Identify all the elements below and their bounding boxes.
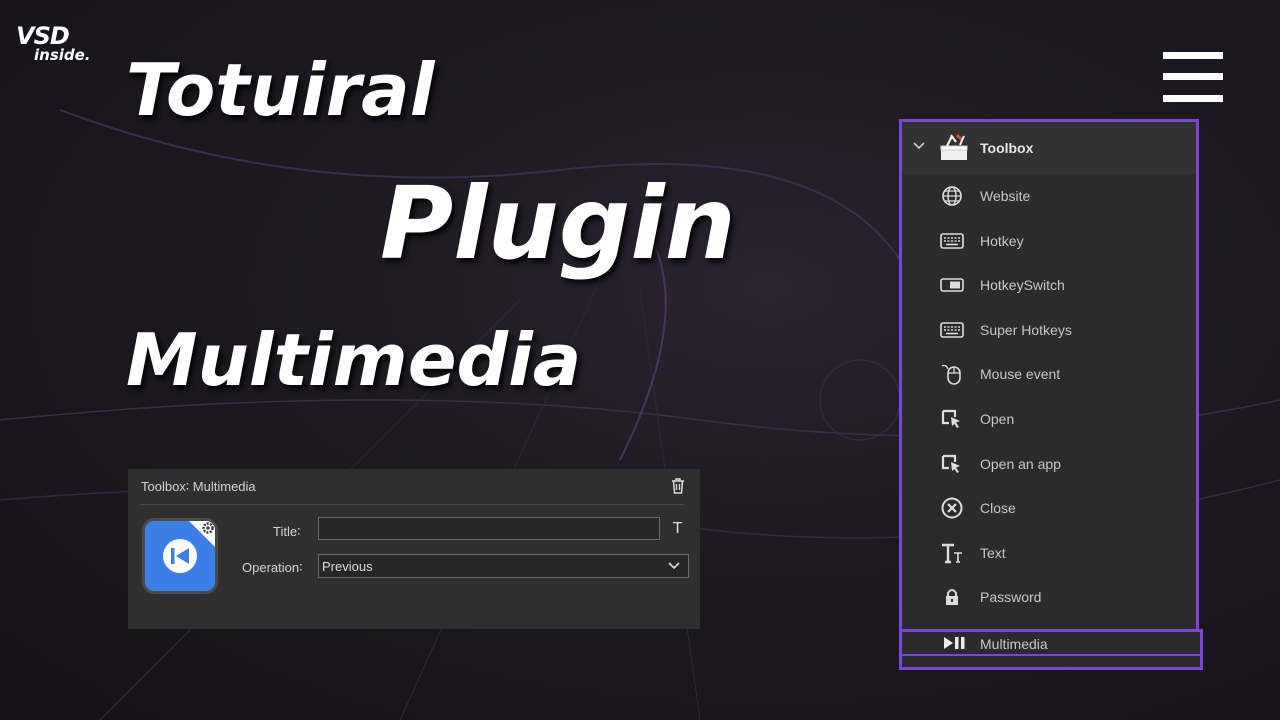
chevron-down-icon[interactable] [912, 139, 926, 153]
toolbox-icon [940, 133, 968, 160]
toolbox-header[interactable]: Toolbox [902, 122, 1196, 174]
toolbox-item-close[interactable]: Close [902, 486, 1196, 530]
open-cursor-icon [941, 454, 960, 473]
keyboard-icon [940, 232, 964, 249]
lock-icon [946, 589, 958, 606]
toolbox-item-hotkey[interactable]: Hotkey [902, 219, 1196, 263]
text-icon [942, 543, 962, 563]
toolbox-item-text[interactable]: Text [902, 531, 1196, 575]
open-cursor-icon [941, 409, 960, 428]
gear-icon[interactable] [187, 519, 217, 549]
headline-tutorial: Totuiral [126, 48, 435, 132]
dialog-title: Toolbox∶ Multimedia [141, 479, 256, 494]
toolbox-item-label: Password [980, 589, 1042, 606]
text-format-button[interactable]: T [673, 519, 687, 537]
mouse-icon [941, 365, 961, 386]
toolbox-item-hotkeyswitch[interactable]: HotkeySwitch [902, 263, 1196, 307]
toolbox-item-open[interactable]: Open [902, 397, 1196, 441]
logo-sub: inside. [34, 46, 91, 64]
headline-multimedia: Multimedia [126, 318, 582, 402]
multimedia-app-icon[interactable] [142, 518, 218, 594]
chevron-down-icon [668, 562, 680, 570]
toolbox-item-label: Multimedia [980, 636, 1048, 652]
toolbox-item-password[interactable]: Password [902, 575, 1196, 619]
toolbox-item-label: Text [980, 544, 1006, 561]
toolbox-item-label: Website [980, 188, 1031, 204]
operation-select[interactable]: Previous [318, 554, 689, 578]
toolbox-item-label: Open [980, 411, 1015, 427]
toolbox-item-multimedia[interactable]: Multimedia [899, 629, 1203, 657]
toolbox-item-label: Super Hotkeys [980, 321, 1072, 338]
multimedia-settings-dialog: Toolbox∶ Multimedia Title∶ T Operation∶ … [128, 469, 700, 629]
toolbox-item-mouse-event[interactable]: Mouse event [902, 352, 1196, 396]
toolbox-item-website[interactable]: Website [902, 174, 1196, 218]
operation-label: Operation∶ [242, 560, 303, 575]
toolbox-item-label: HotkeySwitch [980, 277, 1065, 294]
toolbox-item-label: Open an app [980, 455, 1061, 472]
toolbox-item-label: Mouse event [980, 366, 1061, 383]
headline-plugin: Plugin [380, 165, 736, 282]
title-label: Title∶ [273, 524, 301, 539]
globe-icon [942, 186, 962, 206]
divider [140, 504, 684, 505]
play-pause-icon [944, 637, 965, 649]
vsd-logo: VSD inside. [14, 22, 114, 68]
toolbox-item-label: Close [980, 500, 1016, 517]
keyboard-icon [940, 321, 964, 338]
operation-value: Previous [322, 559, 373, 574]
toggle-switch-icon [940, 278, 964, 292]
close-circle-icon [941, 497, 963, 519]
toolbox-item-label: Hotkey [980, 232, 1024, 249]
menu-icon[interactable] [1163, 52, 1223, 102]
toolbox-item-super-hotkeys[interactable]: Super Hotkeys [902, 308, 1196, 352]
title-input[interactable] [318, 517, 660, 540]
toolbox-item-open-an-app[interactable]: Open an app [902, 442, 1196, 486]
toolbox-panel: Toolbox Website Hotkey HotkeySwitch Supe… [899, 119, 1199, 656]
toolbox-title: Toolbox [980, 140, 1034, 156]
trash-icon[interactable] [669, 477, 687, 495]
panel-bottom-bar [899, 656, 1203, 670]
